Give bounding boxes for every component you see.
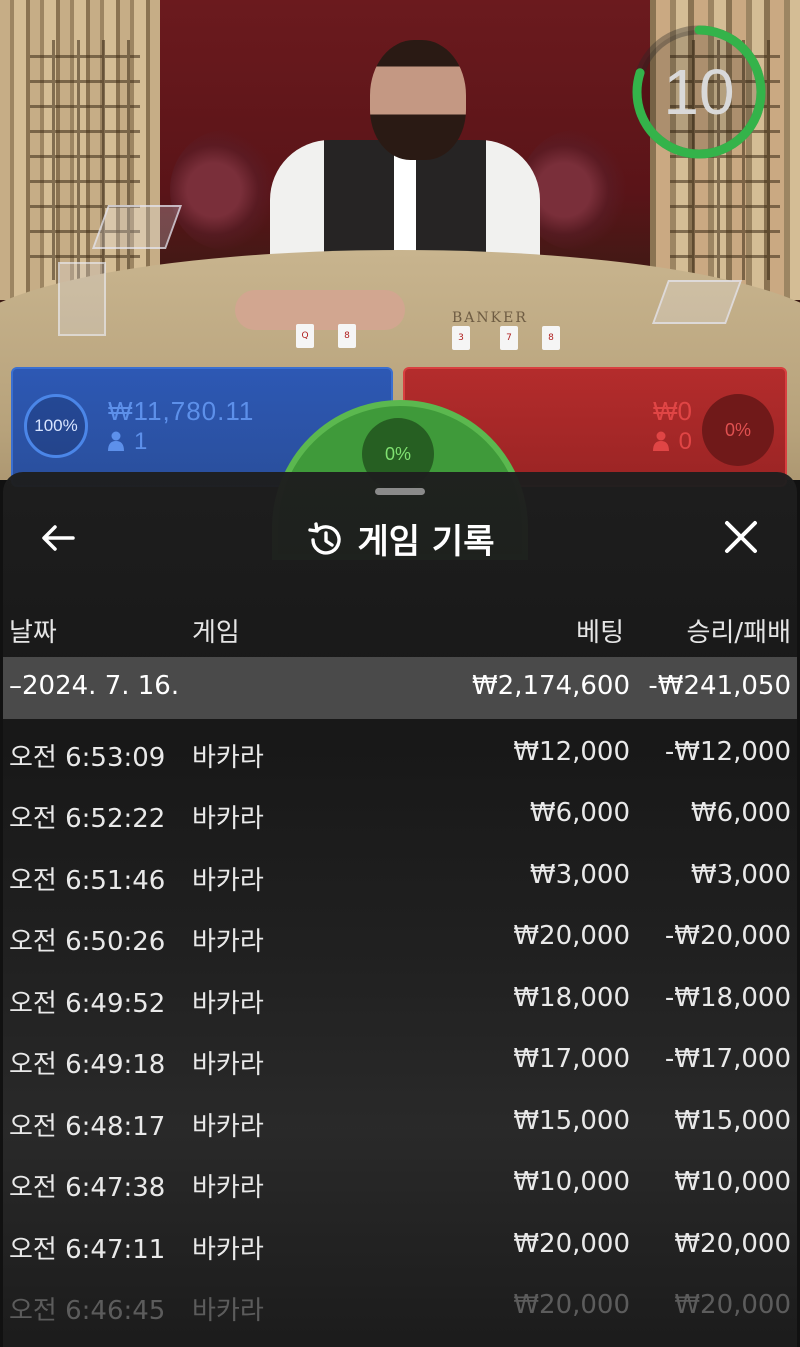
row-game: 바카라 — [192, 927, 264, 957]
row-game: 바카라 — [192, 804, 264, 834]
player-bettor-count: 1 — [108, 428, 147, 456]
row-game: 바카라 — [192, 1050, 264, 1080]
countdown-number: 10 — [663, 56, 735, 128]
row-time: 오전 6:53:09 — [9, 743, 166, 773]
history-row[interactable]: 오전 6:52:22 바카라 ₩6,000 ₩6,000 — [3, 784, 797, 846]
player-count-value: 1 — [134, 428, 148, 455]
dealer-hands — [235, 290, 405, 330]
player-bet-amount: ₩11,780.11 — [108, 396, 255, 426]
history-row[interactable]: 오전 6:51:46 바카라 ₩3,000 ₩3,000 — [3, 846, 797, 908]
row-bet: ₩3,000 — [529, 860, 630, 890]
row-result: ₩10,000 — [674, 1167, 791, 1197]
column-header-game: 게임 — [192, 618, 240, 648]
row-game: 바카라 — [192, 1112, 264, 1142]
row-result: -₩18,000 — [664, 983, 791, 1013]
banker-bettor-count: 0 — [652, 428, 692, 456]
row-time: 오전 6:49:18 — [9, 1050, 166, 1080]
history-row[interactable]: 오전 6:49:52 바카라 ₩18,000 -₩18,000 — [3, 969, 797, 1031]
row-time: 오전 6:49:52 — [9, 989, 166, 1019]
close-button[interactable] — [719, 518, 763, 558]
banker-percent: 0% — [702, 394, 774, 466]
row-bet: ₩20,000 — [513, 1290, 630, 1320]
banker-card: 7 — [500, 326, 518, 350]
date-group-bet-total: ₩2,174,600 — [471, 671, 630, 701]
sheet-title: 게임 기록 — [357, 522, 495, 562]
row-result: ₩15,000 — [674, 1106, 791, 1136]
banker-count-value: 0 — [678, 428, 692, 455]
banker-card: 8 — [542, 326, 560, 350]
history-row[interactable]: 오전 6:46:45 바카라 ₩20,000 ₩20,000 — [3, 1276, 797, 1338]
row-result: -₩17,000 — [664, 1044, 791, 1074]
row-result: -₩20,000 — [664, 921, 791, 951]
close-icon — [725, 521, 757, 553]
row-time: 오전 6:46:45 — [9, 1296, 166, 1326]
player-card: 8 — [338, 324, 356, 348]
row-time: 오전 6:47:11 — [9, 1235, 166, 1265]
table-label: BANKER — [452, 310, 528, 326]
row-game: 바카라 — [192, 866, 264, 896]
row-result: ₩3,000 — [690, 860, 791, 890]
row-result: ₩20,000 — [674, 1290, 791, 1320]
banker-bet-amount: ₩0 — [653, 396, 692, 426]
card-shoe-left — [91, 205, 183, 249]
history-row[interactable]: 오전 6:47:11 바카라 ₩20,000 ₩20,000 — [3, 1215, 797, 1277]
person-icon — [652, 431, 669, 451]
history-row[interactable]: 오전 6:49:18 바카라 ₩17,000 -₩17,000 — [3, 1030, 797, 1092]
player-card: Q — [296, 324, 314, 348]
column-header-bet: 베팅 — [576, 618, 624, 648]
row-time: 오전 6:51:46 — [9, 866, 166, 896]
game-history-sheet: 게임 기록 날짜 게임 베팅 승리/패배 –2024. 7. 16. ₩2,17… — [3, 472, 797, 1347]
row-result: ₩6,000 — [690, 798, 791, 828]
row-game: 바카라 — [192, 743, 264, 773]
row-result: -₩12,000 — [664, 737, 791, 767]
row-result: ₩20,000 — [674, 1229, 791, 1259]
row-bet: ₩10,000 — [513, 1167, 630, 1197]
history-row[interactable]: 오전 6:53:09 바카라 ₩12,000 -₩12,000 — [3, 723, 797, 785]
history-row[interactable]: 오전 6:50:26 바카라 ₩20,000 -₩20,000 — [3, 907, 797, 969]
row-bet: ₩18,000 — [513, 983, 630, 1013]
row-bet: ₩15,000 — [513, 1106, 630, 1136]
row-bet: ₩20,000 — [513, 1229, 630, 1259]
column-header-date: 날짜 — [9, 618, 57, 648]
row-time: 오전 6:52:22 — [9, 804, 166, 834]
dealer-head — [370, 40, 466, 160]
row-bet: ₩6,000 — [529, 798, 630, 828]
row-game: 바카라 — [192, 1235, 264, 1265]
date-group-row[interactable]: –2024. 7. 16. ₩2,174,600 -₩241,050 — [3, 657, 797, 719]
discard-tray — [58, 262, 106, 336]
sheet-header: 게임 기록 — [3, 514, 797, 563]
row-time: 오전 6:47:38 — [9, 1173, 166, 1203]
person-icon — [108, 431, 124, 451]
history-icon — [307, 522, 341, 555]
date-group-label: –2024. 7. 16. — [9, 671, 180, 701]
sheet-drag-handle[interactable] — [375, 488, 425, 495]
row-bet: ₩12,000 — [513, 737, 630, 767]
row-game: 바카라 — [192, 989, 264, 1019]
row-bet: ₩17,000 — [513, 1044, 630, 1074]
date-group-win-loss-total: -₩241,050 — [648, 671, 791, 701]
row-time: 오전 6:48:17 — [9, 1112, 166, 1142]
flower-decoration-left — [170, 130, 280, 250]
banker-card: 3 — [452, 326, 470, 350]
column-header-win-loss: 승리/패배 — [686, 618, 791, 648]
history-row[interactable]: 오전 6:48:17 바카라 ₩15,000 ₩15,000 — [3, 1092, 797, 1154]
player-percent: 100% — [24, 394, 88, 458]
row-bet: ₩20,000 — [513, 921, 630, 951]
history-row[interactable]: 오전 6:47:38 바카라 ₩10,000 ₩10,000 — [3, 1153, 797, 1215]
row-time: 오전 6:50:26 — [9, 927, 166, 957]
row-game: 바카라 — [192, 1296, 264, 1326]
row-game: 바카라 — [192, 1173, 264, 1203]
